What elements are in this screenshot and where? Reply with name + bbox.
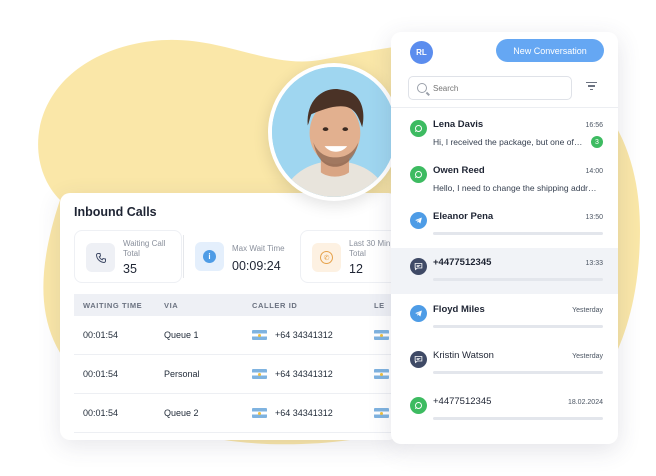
timestamp: Yesterday (572, 307, 603, 314)
contact-name: Floyd Miles (433, 304, 485, 315)
message-preview: Hello, I need to change the shipping add… (433, 183, 601, 193)
argentina-flag-icon (374, 408, 389, 418)
conversation-item[interactable]: Lena Davis 16:56 Hi, I received the pack… (391, 110, 618, 156)
filter-icon[interactable] (585, 82, 597, 94)
telegram-icon (410, 305, 427, 322)
conversations-panel: RL New Conversation Lena Davis 16:56 Hi,… (391, 32, 618, 444)
search-input[interactable] (433, 83, 553, 93)
sms-icon (410, 351, 427, 368)
stat-label: Last 30 Min Total (349, 239, 391, 258)
avatar[interactable]: RL (410, 41, 433, 64)
cell-caller-id: +64 34341312 (275, 330, 333, 340)
timestamp: 16:56 (585, 122, 603, 129)
contact-name: +4477512345 (433, 396, 492, 407)
stat-value: 12 (349, 262, 363, 276)
argentina-flag-icon (374, 369, 389, 379)
cell-via: Queue 2 (164, 408, 199, 418)
timestamp: 13:33 (585, 260, 603, 267)
message-placeholder-bar (433, 278, 603, 281)
phone-clock-icon: ✆ (312, 243, 341, 272)
conversation-item[interactable]: Eleanor Pena 13:50 (391, 202, 618, 248)
table-header: WAITING TIME VIA CALLER ID LE (74, 294, 398, 316)
cell-caller-id: +64 34341312 (275, 408, 333, 418)
whatsapp-icon (410, 166, 427, 183)
message-placeholder-bar (433, 232, 603, 235)
argentina-flag-icon (252, 369, 267, 379)
stat-max-wait-time: i Max Wait Time 00:09:24 (184, 230, 292, 283)
message-placeholder-bar (433, 371, 603, 374)
stat-label: Waiting Call Total (123, 239, 166, 258)
argentina-flag-icon (252, 330, 267, 340)
search-box[interactable] (408, 76, 572, 100)
contact-name: Owen Reed (433, 165, 485, 176)
cell-waiting-time: 00:01:54 (83, 369, 119, 379)
telegram-icon (410, 212, 427, 229)
stat-value: 00:09:24 (232, 259, 281, 273)
contact-name: +4477512345 (433, 257, 492, 268)
argentina-flag-icon (252, 408, 267, 418)
whatsapp-icon (410, 397, 427, 414)
stat-waiting-call-total: Waiting Call Total 35 (74, 230, 182, 283)
search-icon (417, 83, 427, 93)
panel-title: Inbound Calls (74, 205, 157, 219)
cell-via: Personal (164, 369, 200, 379)
table-row[interactable]: 00:01:54 Queue 2 +64 34341312 (74, 394, 398, 433)
message-placeholder-bar (433, 417, 603, 420)
sms-icon (410, 258, 427, 275)
divider (391, 107, 618, 108)
cell-via: Queue 1 (164, 330, 199, 340)
contact-name: Kristin Watson (433, 350, 494, 361)
conversation-item[interactable]: Kristin Watson Yesterday (391, 341, 618, 387)
waiting-calls-table: WAITING TIME VIA CALLER ID LE 00:01:54 Q… (74, 294, 398, 433)
timestamp: 14:00 (585, 168, 603, 175)
conversation-item[interactable]: +4477512345 18.02.2024 (391, 387, 618, 433)
table-row[interactable]: 00:01:54 Personal +64 34341312 (74, 355, 398, 394)
new-conversation-button[interactable]: New Conversation (496, 39, 604, 62)
conversation-item[interactable]: +4477512345 13:33 (391, 248, 618, 294)
message-placeholder-bar (433, 325, 603, 328)
contact-name: Lena Davis (433, 119, 484, 130)
column-header[interactable]: VIA (164, 301, 252, 310)
cell-caller-id: +64 34341312 (275, 369, 333, 379)
stat-value: 35 (123, 262, 137, 276)
conversation-item[interactable]: Floyd Miles Yesterday (391, 295, 618, 341)
whatsapp-icon (410, 120, 427, 137)
stat-label: Max Wait Time (232, 244, 285, 253)
unread-badge: 3 (591, 136, 603, 148)
message-preview: Hi, I received the package, but one of t… (433, 137, 583, 147)
timestamp: 18.02.2024 (567, 399, 603, 406)
column-header[interactable]: CALLER ID (252, 301, 374, 310)
agent-photo (268, 63, 400, 201)
cell-waiting-time: 00:01:54 (83, 330, 119, 340)
table-row[interactable]: 00:01:54 Queue 1 +64 34341312 (74, 316, 398, 355)
argentina-flag-icon (374, 330, 389, 340)
timestamp: 13:50 (585, 214, 603, 221)
phone-icon (86, 243, 115, 272)
stat-last-30-min-total: ✆ Last 30 Min Total 12 (300, 230, 398, 283)
info-icon: i (195, 242, 224, 271)
cell-waiting-time: 00:01:54 (83, 408, 119, 418)
column-header[interactable]: WAITING TIME (74, 301, 164, 310)
conversation-item[interactable]: Owen Reed 14:00 Hello, I need to change … (391, 156, 618, 202)
timestamp: Yesterday (572, 353, 603, 360)
contact-name: Eleanor Pena (433, 211, 494, 222)
inbound-calls-panel: Inbound Calls Waiting Call Total 35 i Ma… (60, 193, 398, 440)
